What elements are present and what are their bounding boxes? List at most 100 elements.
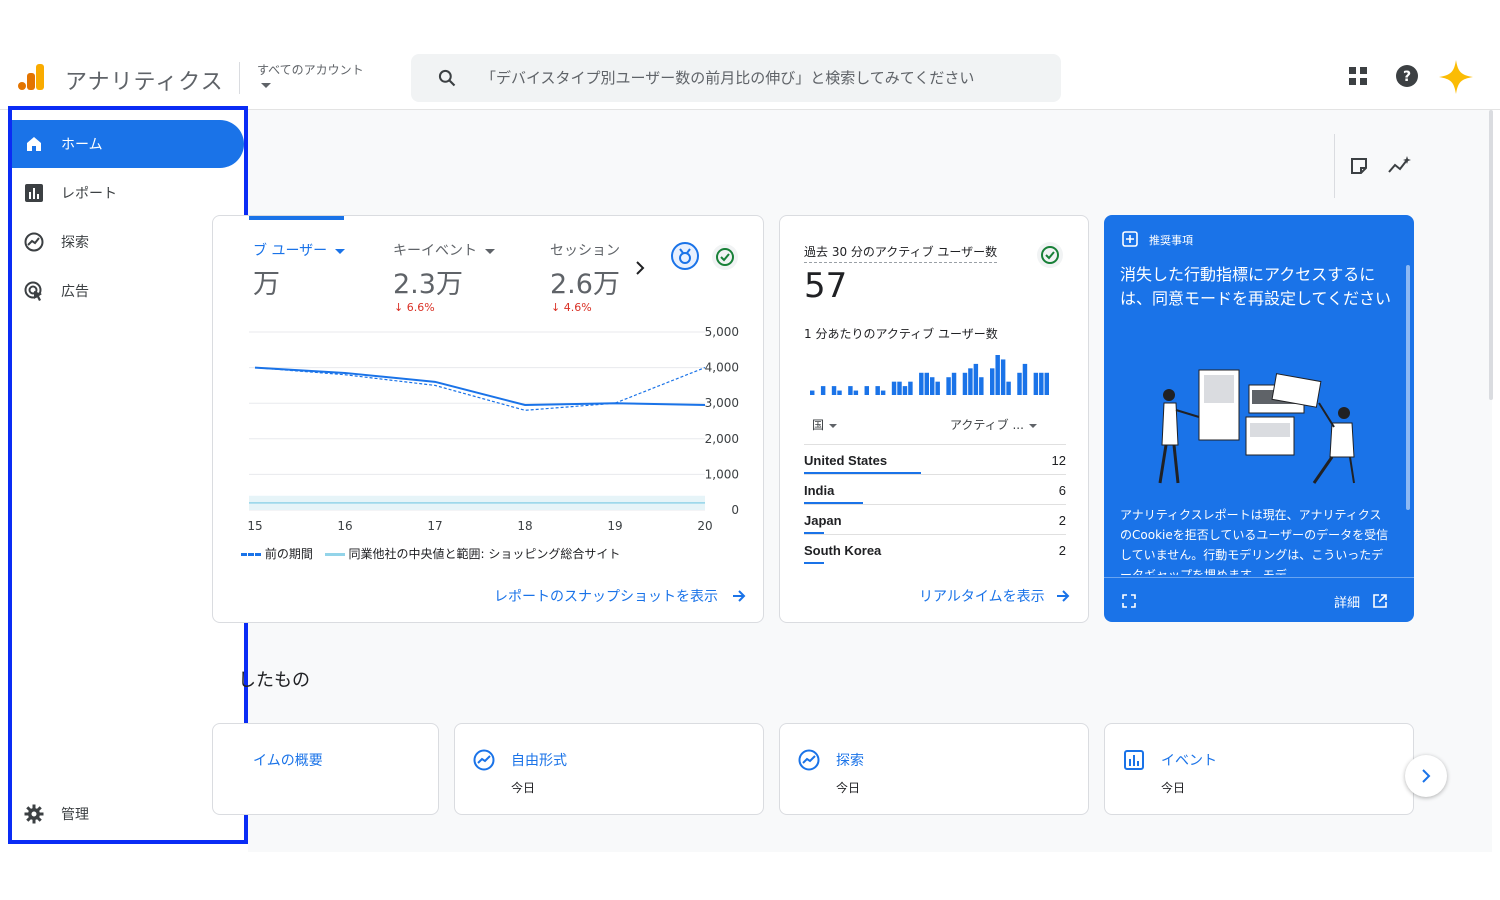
sidebar-item-admin[interactable]: 管理	[12, 790, 244, 838]
apps-grid-icon[interactable]	[1346, 64, 1370, 88]
shortcut-card[interactable]: 探索 今日	[779, 723, 1089, 815]
divider	[1334, 134, 1335, 198]
app-title[interactable]: アナリティクス	[65, 64, 224, 96]
minute-bar	[810, 390, 815, 395]
y-tick-label: 5,000	[705, 325, 739, 339]
search-input[interactable]	[481, 54, 1051, 102]
section-title: したもの	[238, 670, 310, 691]
minute-bar	[935, 381, 940, 395]
chevron-down-icon[interactable]	[261, 83, 271, 88]
scrollbar[interactable]	[1406, 265, 1410, 510]
details-link[interactable]: 詳細	[1334, 592, 1360, 611]
x-tick-label: 16	[337, 519, 352, 531]
recommendation-title: 消失した行動指標にアクセスするには、同意モードを再設定してください	[1120, 265, 1392, 308]
home-icon	[27, 137, 41, 151]
minute-bar	[995, 355, 1000, 395]
minute-bar	[1039, 372, 1044, 395]
sparkle-icon[interactable]	[1437, 58, 1475, 96]
realtime-subtitle: 1 分あたりのアクティブ ユーザー数	[804, 327, 998, 341]
explore-icon	[473, 749, 495, 771]
open-in-new-icon[interactable]	[1373, 594, 1387, 608]
card-footer: 詳細	[1104, 577, 1414, 622]
legend-previous: 前の期間	[264, 547, 313, 561]
account-selector[interactable]: すべてのアカウント	[257, 61, 364, 78]
minute-bar	[968, 368, 973, 395]
sidebar-item-reports[interactable]: レポート	[12, 169, 244, 217]
country-column-header[interactable]: 国	[812, 416, 838, 433]
minute-bar	[990, 368, 995, 395]
minute-bar	[891, 381, 897, 395]
chevron-right-icon	[1422, 769, 1431, 783]
minute-bar	[924, 372, 929, 395]
search-icon	[438, 69, 456, 87]
shortcut-title: 自由形式	[511, 753, 567, 769]
table-row[interactable]: India 6	[804, 474, 1066, 504]
chevron-down-icon	[485, 248, 495, 254]
insights-icon[interactable]	[1388, 156, 1412, 176]
minute-bar	[951, 372, 957, 395]
per-minute-bar-chart	[810, 355, 1049, 395]
minute-bar	[1044, 372, 1049, 395]
chevron-down-icon	[829, 423, 838, 428]
page-scrollbar[interactable]	[1489, 110, 1493, 400]
metric-value: 2.6万	[550, 269, 620, 300]
legend-band-swatch	[324, 553, 345, 556]
active-column-header[interactable]: アクティブ ...	[950, 416, 1037, 433]
search-bar[interactable]	[411, 54, 1061, 102]
analytics-logo-icon[interactable]	[18, 64, 46, 90]
table-row[interactable]: South Korea 2	[804, 534, 1066, 564]
metric-key-events[interactable]: キーイベント	[393, 240, 495, 260]
minute-bar	[831, 386, 837, 395]
check-circle-icon[interactable]	[711, 243, 739, 271]
shortcut-card[interactable]: イベント 今日	[1104, 723, 1414, 815]
table-row[interactable]: Japan 2	[804, 504, 1066, 534]
country-share-bar	[804, 562, 824, 564]
shortcut-card[interactable]: 自由形式 今日	[454, 723, 764, 815]
y-tick-label: 4,000	[705, 361, 739, 375]
shortcut-title: イムの概要	[253, 753, 323, 769]
shortcut-card[interactable]: イムの概要	[212, 723, 439, 815]
realtime-title[interactable]: 過去 30 分のアクティブ ユーザー数	[804, 243, 998, 263]
illustration-image	[1158, 369, 1355, 484]
help-icon[interactable]: ?	[1395, 64, 1419, 88]
metric-active-users[interactable]: ブ ユーザー	[253, 240, 346, 260]
note-icon[interactable]	[1349, 156, 1369, 176]
x-tick-label: 18	[517, 519, 532, 531]
sidebar-item-ads[interactable]: 広告	[12, 267, 244, 315]
sidebar-item-label: 探索	[61, 235, 89, 251]
view-realtime-link[interactable]: リアルタイムを表示	[919, 586, 1045, 606]
view-snapshot-link[interactable]: レポートのスナップショットを表示	[494, 586, 718, 606]
recommendation-card: 推奨事項 消失した行動指標にアクセスするには、同意モードを再設定してください ア…	[1104, 215, 1414, 622]
minute-bar	[908, 381, 913, 395]
benchmark-badge-icon[interactable]	[670, 241, 700, 271]
arrow-right-icon[interactable]	[1056, 589, 1070, 603]
next-shortcuts-button[interactable]	[1405, 755, 1447, 797]
minute-bar	[1022, 363, 1028, 395]
y-tick-label: 0	[731, 503, 739, 517]
ads-icon	[24, 281, 42, 301]
metric-sessions[interactable]: セッション	[550, 240, 620, 260]
sidebar-item-home[interactable]: ホーム	[12, 120, 244, 168]
shortcut-subtitle: 今日	[511, 781, 536, 795]
minute-bar	[979, 377, 984, 395]
chevron-right-icon[interactable]	[633, 260, 647, 276]
x-tick-label: 15	[247, 519, 262, 531]
metric-value: 万	[253, 269, 280, 300]
minute-bar	[1000, 359, 1006, 395]
arrow-right-icon[interactable]	[732, 589, 746, 603]
add-box-icon	[1122, 231, 1138, 247]
fullscreen-icon[interactable]	[1122, 594, 1136, 608]
metric-delta: ↓ 6.6%	[394, 301, 435, 314]
sidebar-item-explore[interactable]: 探索	[12, 218, 244, 266]
check-circle-icon[interactable]	[1036, 241, 1064, 269]
table-row[interactable]: United States 12	[804, 444, 1066, 474]
minute-bar	[946, 377, 951, 395]
sidebar-item-label: 管理	[61, 807, 89, 823]
arrow-down-icon: ↓	[551, 301, 561, 314]
svg-text:?: ?	[1403, 69, 1411, 85]
minute-bar	[973, 363, 979, 395]
realtime-value: 57	[804, 266, 848, 306]
top-bar: アナリティクス すべてのアカウント ?	[0, 40, 1500, 110]
bar-chart-icon	[1124, 750, 1144, 770]
shortcut-subtitle: 今日	[1161, 781, 1186, 795]
